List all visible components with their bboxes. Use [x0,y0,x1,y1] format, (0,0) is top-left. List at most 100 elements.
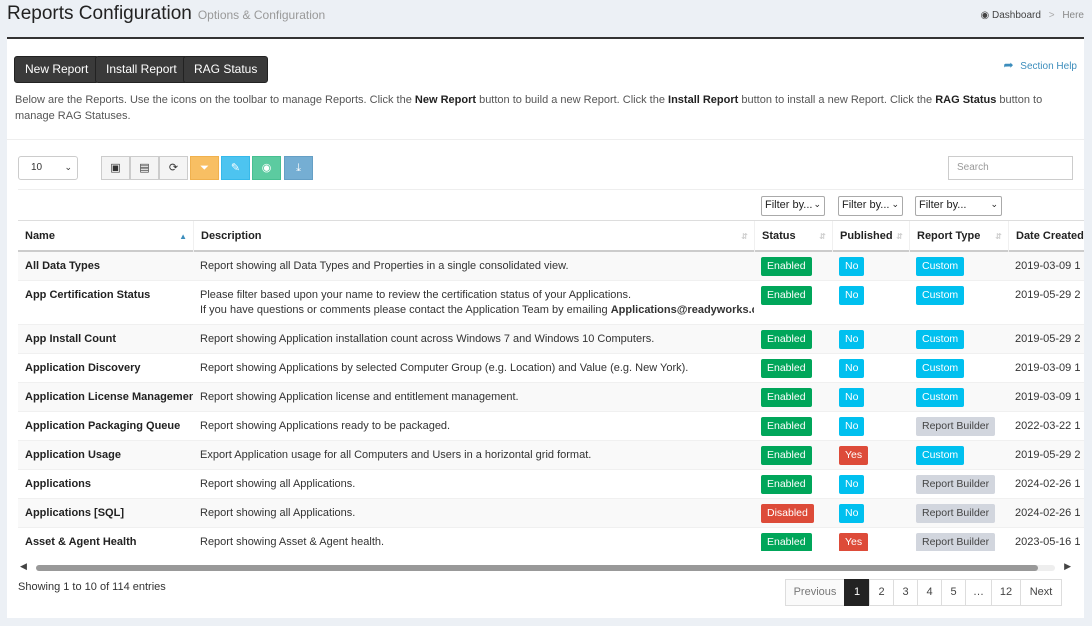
monitor-icon[interactable]: ▣ [101,156,130,180]
scroll-right-icon[interactable]: ▶ [1064,561,1071,572]
sort-icon: ⇵ [819,232,826,241]
column-status[interactable]: Status ⇵ [754,221,832,252]
page-button[interactable]: 4 [917,579,942,606]
page-subtitle: Options & Configuration [197,8,326,22]
previous-page-button[interactable]: Previous [785,579,845,606]
breadcrumb-separator: > [1048,10,1055,21]
status-badge: Enabled [761,417,812,436]
column-name[interactable]: Name ▲ [18,221,193,252]
new-report-button[interactable]: New Report [14,56,100,83]
published-badge: No [839,286,865,305]
page-button[interactable]: 12 [991,579,1021,606]
column-published[interactable]: Published ⇵ [832,221,909,252]
published-cell: No [832,325,909,354]
status-badge: Enabled [761,330,812,349]
published-badge: Yes [839,533,869,551]
page-button[interactable]: 1 [844,579,870,606]
column-description[interactable]: Description ⇵ [193,221,754,252]
report-type-badge: Report Builder [916,417,996,436]
report-description: Report showing all Applications. [193,499,754,528]
column-report-type[interactable]: Report Type ⇵ [909,221,1008,252]
report-type-filter[interactable]: Filter by... ⌄ [915,196,1002,216]
next-page-button[interactable]: Next [1020,579,1062,606]
filter-icon[interactable]: ⏷ [190,156,219,180]
rag-status-button[interactable]: RAG Status [183,56,269,83]
sort-icon: ⇵ [896,232,903,241]
intro-bold: RAG Status [935,94,997,106]
report-type-cell: Report Builder [909,499,1008,528]
scroll-left-icon[interactable]: ◀ [20,561,27,572]
dashboard-icon: ◉ [980,10,990,21]
sort-icon: ⇵ [995,232,1002,241]
search-input[interactable]: Search [948,156,1073,180]
email-link[interactable]: Applications@readyworks.com [611,304,754,316]
report-name: Applications [SQL] [25,507,124,519]
description-text: If you have questions or comments please… [200,304,611,316]
published-cell: No [832,499,909,528]
description-line: Report showing all Applications. [200,478,356,490]
page-button[interactable]: 5 [941,579,966,606]
status-cell: Enabled [754,281,832,325]
date-created: 2022-03-22 1 [1015,420,1081,432]
table-row[interactable]: App Install Count Report showing Applicat… [18,325,1084,354]
section-help-label: Section Help [1020,61,1077,72]
scroll-thumb[interactable] [36,565,1038,571]
description-line: Report showing Applications by selected … [200,362,689,374]
sort-asc-icon: ▲ [179,232,187,241]
report-type-badge: Custom [916,359,965,378]
published-filter-value: Filter by... [842,199,890,211]
column-description-label: Description [201,230,262,242]
page-button[interactable]: 3 [893,579,918,606]
horizontal-scrollbar[interactable]: ◀ ▶ [18,561,1073,573]
report-name: All Data Types [25,260,100,272]
report-name: Application Discovery [25,362,141,374]
breadcrumb-current: Here [1062,10,1084,21]
install-report-button[interactable]: Install Report [95,56,188,83]
status-badge: Enabled [761,286,812,305]
report-description: Report showing Asset & Agent health. [193,528,754,551]
page-length-select[interactable]: 10 ⌄ [18,156,78,180]
status-cell: Enabled [754,354,832,383]
section-help-link[interactable]: ➦ Section Help [1003,58,1077,72]
binoculars-icon[interactable]: ◉ [252,156,281,180]
report-description: Report showing all Data Types and Proper… [193,252,754,281]
report-type-cell: Report Builder [909,412,1008,441]
column-date-created[interactable]: Date Created [1008,221,1084,252]
divider [7,139,1084,140]
edit-icon[interactable]: ✎ [221,156,250,180]
pagination: Previous 1 2 3 4 5… 12 Next [785,579,1062,606]
report-type-badge: Custom [916,286,965,305]
status-filter[interactable]: Filter by... ⌄ [761,196,825,216]
intro-bold: New Report [414,94,477,106]
date-created: 2019-03-09 1 [1015,362,1081,374]
table-row[interactable]: Application Discovery Report showing Appl… [18,354,1084,383]
page-button[interactable]: 2 [869,579,894,606]
table-row[interactable]: Applications [SQL] Report showing all App… [18,499,1084,528]
download-icon[interactable]: ⤓ [284,156,313,180]
table-row[interactable]: App Certification Status Please filter ba… [18,281,1084,325]
table-info: Showing 1 to 10 of 114 entries [18,581,166,593]
report-name: Applications [25,478,92,490]
published-filter[interactable]: Filter by... ⌄ [838,196,903,216]
intro-text: Below are the Reports. Use the icons on … [15,92,1075,124]
table-row[interactable]: Application License Management Report sho… [18,383,1084,412]
published-cell: No [832,252,909,281]
status-cell: Enabled [754,412,832,441]
status-cell: Enabled [754,528,832,551]
table-row[interactable]: Applications Report showing all Applicati… [18,470,1084,499]
table-row[interactable]: All Data Types Report showing all Data Ty… [18,252,1084,281]
breadcrumb-dashboard[interactable]: Dashboard [992,10,1041,21]
description-line: Report showing Asset & Agent health. [200,536,385,548]
report-type-cell: Custom [909,281,1008,325]
report-description: Report showing Applications ready to be … [193,412,754,441]
report-description: Report showing all Applications. [193,470,754,499]
excel-export-icon[interactable]: ▤ [130,156,159,180]
published-cell: Yes [832,441,909,470]
table-row[interactable]: Asset & Agent Health Report showing Asset… [18,528,1084,551]
report-description: Report showing Applications by selected … [193,354,754,383]
refresh-icon[interactable]: ⟳ [159,156,188,180]
description-line: If you have questions or comments please… [200,303,754,318]
published-badge: Yes [839,446,869,465]
table-row[interactable]: Application Usage Export Application usag… [18,441,1084,470]
table-row[interactable]: Application Packaging Queue Report showin… [18,412,1084,441]
